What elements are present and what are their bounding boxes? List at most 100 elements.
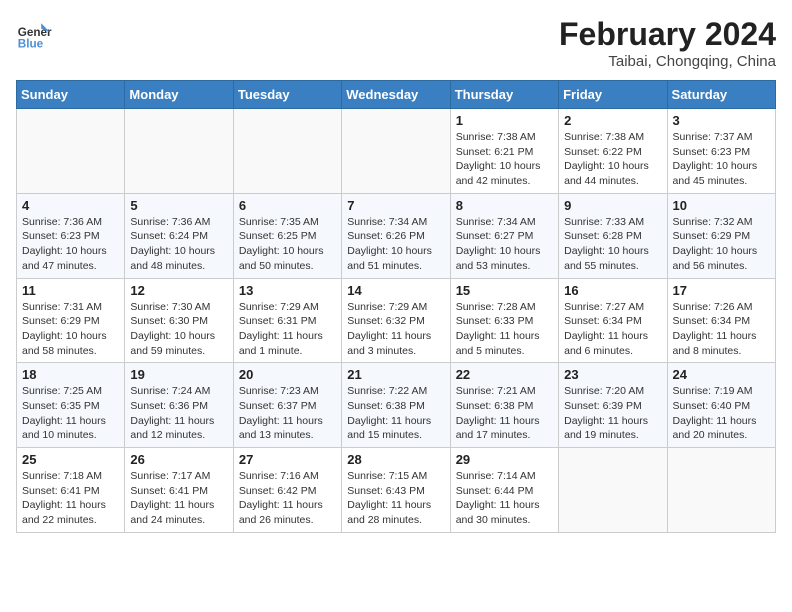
calendar-cell: 8Sunrise: 7:34 AM Sunset: 6:27 PM Daylig… — [450, 193, 558, 278]
day-number: 6 — [239, 198, 336, 213]
day-info: Sunrise: 7:21 AM Sunset: 6:38 PM Dayligh… — [456, 384, 553, 443]
logo: General Blue — [16, 16, 52, 52]
day-info: Sunrise: 7:15 AM Sunset: 6:43 PM Dayligh… — [347, 469, 444, 528]
calendar-cell: 24 Sunrise: 7:19 AM Sunset: 6:40 PM Dayli… — [667, 363, 775, 448]
calendar-week: 11 Sunrise: 7:31 AM Sunset: 6:29 PM Dayli… — [17, 278, 776, 363]
day-number: 7 — [347, 198, 444, 213]
day-number: 2 — [564, 113, 661, 128]
calendar-cell: 3 Sunrise: 7:37 AM Sunset: 6:23 PM Daylig… — [667, 109, 775, 194]
day-info: Sunrise: 7:20 AM Sunset: 6:39 PM Dayligh… — [564, 384, 661, 443]
calendar-cell: 10 Sunrise: 7:32 AM Sunset: 6:29 PM Dayli… — [667, 193, 775, 278]
calendar-cell — [559, 448, 667, 533]
weekday-header: Wednesday — [342, 81, 450, 109]
month-title: February 2024 — [559, 16, 776, 53]
calendar-cell: 5Sunrise: 7:36 AM Sunset: 6:24 PM Daylig… — [125, 193, 233, 278]
calendar-cell: 23 Sunrise: 7:20 AM Sunset: 6:39 PM Dayli… — [559, 363, 667, 448]
day-info: Sunrise: 7:17 AM Sunset: 6:41 PM Dayligh… — [130, 469, 227, 528]
day-info: Sunrise: 7:28 AM Sunset: 6:33 PM Dayligh… — [456, 300, 553, 359]
calendar-week: 1Sunrise: 7:38 AM Sunset: 6:21 PM Daylig… — [17, 109, 776, 194]
day-info: Sunrise: 7:16 AM Sunset: 6:42 PM Dayligh… — [239, 469, 336, 528]
day-number: 17 — [673, 283, 770, 298]
day-info: Sunrise: 7:36 AM Sunset: 6:23 PM Dayligh… — [22, 215, 119, 274]
day-number: 20 — [239, 367, 336, 382]
day-number: 24 — [673, 367, 770, 382]
calendar-cell: 26 Sunrise: 7:17 AM Sunset: 6:41 PM Dayli… — [125, 448, 233, 533]
calendar-cell: 17 Sunrise: 7:26 AM Sunset: 6:34 PM Dayli… — [667, 278, 775, 363]
day-info: Sunrise: 7:26 AM Sunset: 6:34 PM Dayligh… — [673, 300, 770, 359]
calendar-cell: 11 Sunrise: 7:31 AM Sunset: 6:29 PM Dayli… — [17, 278, 125, 363]
weekday-header: Thursday — [450, 81, 558, 109]
calendar-header: SundayMondayTuesdayWednesdayThursdayFrid… — [17, 81, 776, 109]
calendar-week: 25 Sunrise: 7:18 AM Sunset: 6:41 PM Dayli… — [17, 448, 776, 533]
day-info: Sunrise: 7:38 AM Sunset: 6:22 PM Dayligh… — [564, 130, 661, 189]
day-number: 23 — [564, 367, 661, 382]
day-info: Sunrise: 7:29 AM Sunset: 6:31 PM Dayligh… — [239, 300, 336, 359]
calendar-week: 4 Sunrise: 7:36 AM Sunset: 6:23 PM Daylig… — [17, 193, 776, 278]
calendar-cell: 22 Sunrise: 7:21 AM Sunset: 6:38 PM Dayli… — [450, 363, 558, 448]
day-number: 13 — [239, 283, 336, 298]
calendar-table: SundayMondayTuesdayWednesdayThursdayFrid… — [16, 80, 776, 533]
day-number: 21 — [347, 367, 444, 382]
day-number: 8 — [456, 198, 553, 213]
day-number: 18 — [22, 367, 119, 382]
day-number: 4 — [22, 198, 119, 213]
calendar-cell: 15 Sunrise: 7:28 AM Sunset: 6:33 PM Dayli… — [450, 278, 558, 363]
calendar-week: 18 Sunrise: 7:25 AM Sunset: 6:35 PM Dayli… — [17, 363, 776, 448]
calendar-cell — [667, 448, 775, 533]
day-number: 15 — [456, 283, 553, 298]
calendar-cell: 28Sunrise: 7:15 AM Sunset: 6:43 PM Dayli… — [342, 448, 450, 533]
day-info: Sunrise: 7:34 AM Sunset: 6:26 PM Dayligh… — [347, 215, 444, 274]
logo-icon: General Blue — [16, 16, 52, 52]
calendar-cell: 19Sunrise: 7:24 AM Sunset: 6:36 PM Dayli… — [125, 363, 233, 448]
calendar-cell: 9Sunrise: 7:33 AM Sunset: 6:28 PM Daylig… — [559, 193, 667, 278]
calendar-cell: 29Sunrise: 7:14 AM Sunset: 6:44 PM Dayli… — [450, 448, 558, 533]
weekday-header: Monday — [125, 81, 233, 109]
calendar-cell — [125, 109, 233, 194]
day-number: 14 — [347, 283, 444, 298]
calendar-cell: 13 Sunrise: 7:29 AM Sunset: 6:31 PM Dayli… — [233, 278, 341, 363]
weekday-header: Friday — [559, 81, 667, 109]
calendar-cell: 1Sunrise: 7:38 AM Sunset: 6:21 PM Daylig… — [450, 109, 558, 194]
calendar-cell — [233, 109, 341, 194]
day-info: Sunrise: 7:37 AM Sunset: 6:23 PM Dayligh… — [673, 130, 770, 189]
day-info: Sunrise: 7:14 AM Sunset: 6:44 PM Dayligh… — [456, 469, 553, 528]
weekday-header: Saturday — [667, 81, 775, 109]
day-number: 11 — [22, 283, 119, 298]
day-info: Sunrise: 7:23 AM Sunset: 6:37 PM Dayligh… — [239, 384, 336, 443]
calendar-cell — [17, 109, 125, 194]
calendar-cell: 25 Sunrise: 7:18 AM Sunset: 6:41 PM Dayli… — [17, 448, 125, 533]
day-info: Sunrise: 7:32 AM Sunset: 6:29 PM Dayligh… — [673, 215, 770, 274]
day-number: 16 — [564, 283, 661, 298]
calendar-cell: 20 Sunrise: 7:23 AM Sunset: 6:37 PM Dayli… — [233, 363, 341, 448]
day-info: Sunrise: 7:29 AM Sunset: 6:32 PM Dayligh… — [347, 300, 444, 359]
day-number: 3 — [673, 113, 770, 128]
calendar-cell: 2 Sunrise: 7:38 AM Sunset: 6:22 PM Daylig… — [559, 109, 667, 194]
day-info: Sunrise: 7:22 AM Sunset: 6:38 PM Dayligh… — [347, 384, 444, 443]
day-number: 10 — [673, 198, 770, 213]
svg-text:Blue: Blue — [18, 38, 44, 51]
day-number: 26 — [130, 452, 227, 467]
title-block: February 2024 Taibai, Chongqing, China — [559, 16, 776, 70]
calendar-cell: 27Sunrise: 7:16 AM Sunset: 6:42 PM Dayli… — [233, 448, 341, 533]
calendar-cell — [342, 109, 450, 194]
calendar-cell: 14 Sunrise: 7:29 AM Sunset: 6:32 PM Dayli… — [342, 278, 450, 363]
calendar-cell: 4 Sunrise: 7:36 AM Sunset: 6:23 PM Daylig… — [17, 193, 125, 278]
page-header: General Blue February 2024 Taibai, Chong… — [16, 16, 776, 70]
calendar-cell: 21 Sunrise: 7:22 AM Sunset: 6:38 PM Dayli… — [342, 363, 450, 448]
day-info: Sunrise: 7:19 AM Sunset: 6:40 PM Dayligh… — [673, 384, 770, 443]
day-info: Sunrise: 7:38 AM Sunset: 6:21 PM Dayligh… — [456, 130, 553, 189]
day-number: 25 — [22, 452, 119, 467]
day-info: Sunrise: 7:25 AM Sunset: 6:35 PM Dayligh… — [22, 384, 119, 443]
calendar-cell: 12Sunrise: 7:30 AM Sunset: 6:30 PM Dayli… — [125, 278, 233, 363]
day-info: Sunrise: 7:24 AM Sunset: 6:36 PM Dayligh… — [130, 384, 227, 443]
day-number: 22 — [456, 367, 553, 382]
day-info: Sunrise: 7:31 AM Sunset: 6:29 PM Dayligh… — [22, 300, 119, 359]
weekday-header: Tuesday — [233, 81, 341, 109]
day-info: Sunrise: 7:30 AM Sunset: 6:30 PM Dayligh… — [130, 300, 227, 359]
location: Taibai, Chongqing, China — [559, 53, 776, 70]
calendar-cell: 16 Sunrise: 7:27 AM Sunset: 6:34 PM Dayli… — [559, 278, 667, 363]
day-number: 5 — [130, 198, 227, 213]
day-info: Sunrise: 7:18 AM Sunset: 6:41 PM Dayligh… — [22, 469, 119, 528]
calendar-cell: 18 Sunrise: 7:25 AM Sunset: 6:35 PM Dayli… — [17, 363, 125, 448]
day-info: Sunrise: 7:27 AM Sunset: 6:34 PM Dayligh… — [564, 300, 661, 359]
